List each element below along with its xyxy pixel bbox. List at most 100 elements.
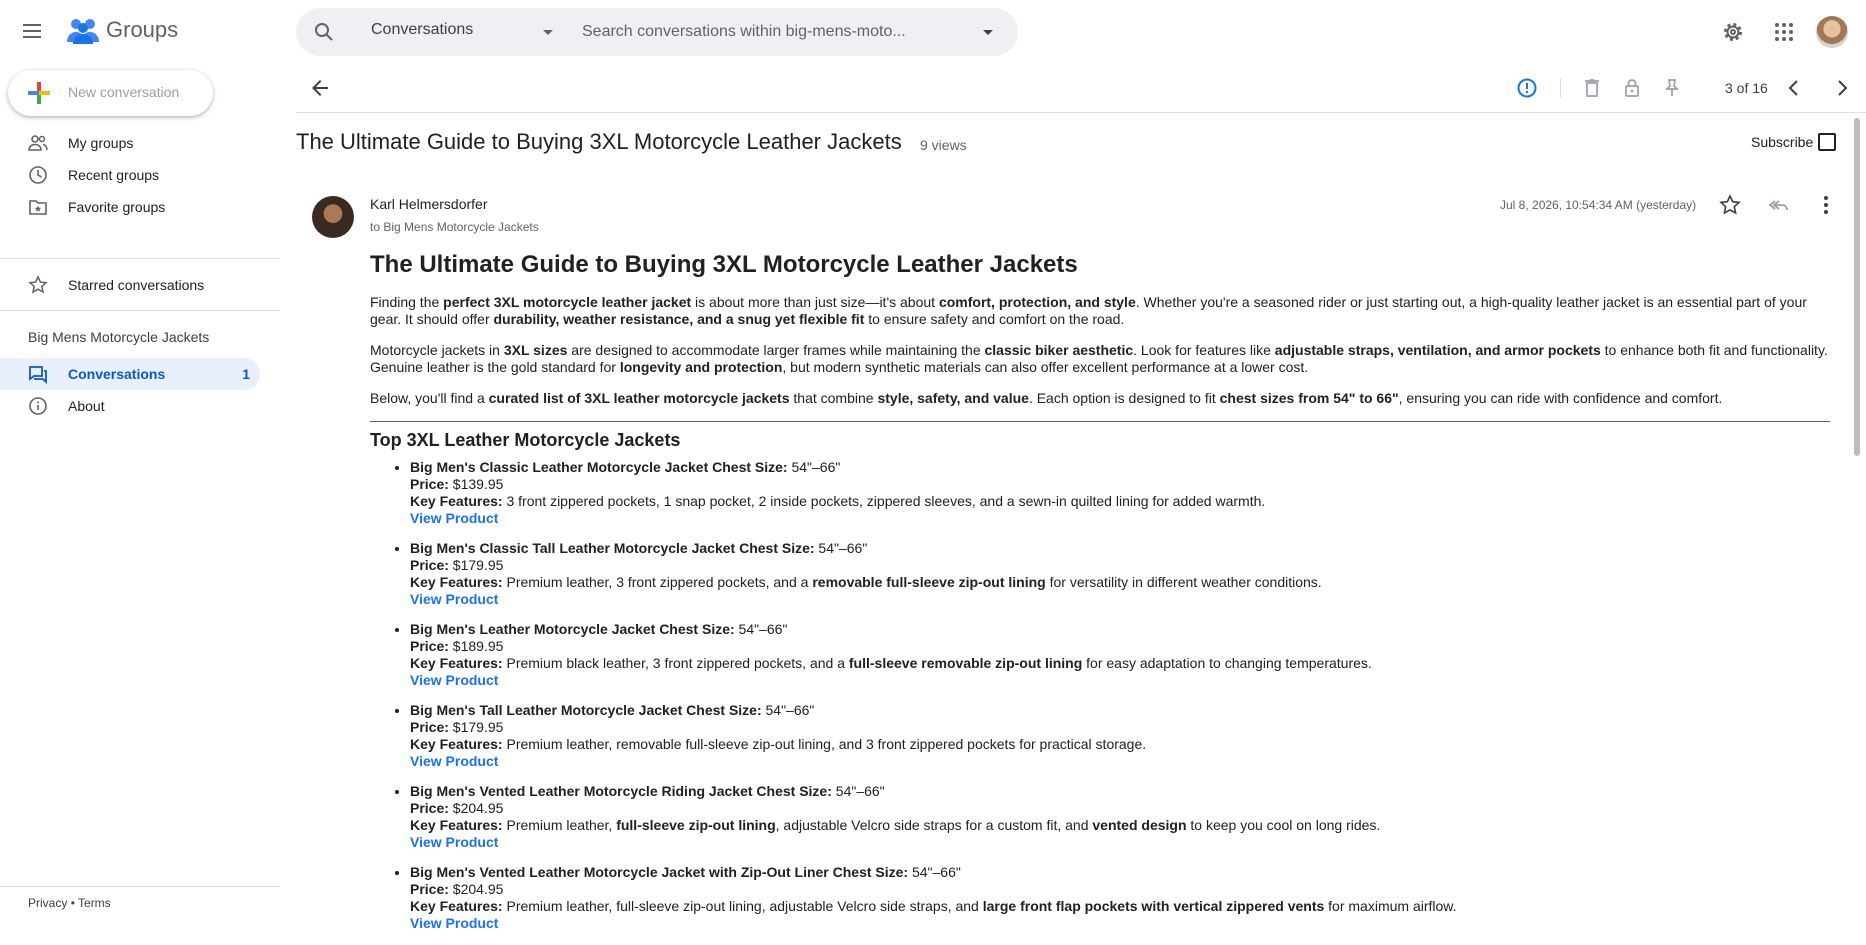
sidebar-item-my-groups[interactable]: My groups (0, 127, 260, 159)
features-label: Key Features: (410, 736, 503, 752)
bold-text: large front flap pockets with vertical z… (982, 898, 1325, 914)
main-menu-icon[interactable] (20, 20, 44, 44)
bold-text: durability, weather resistance, and a sn… (493, 311, 865, 327)
sidebar-item-conversations[interactable]: Conversations 1 (0, 358, 260, 390)
price-label: Price: (410, 476, 449, 492)
footer-separator: • (70, 896, 75, 910)
author-name[interactable]: Karl Helmersdorfer (370, 196, 487, 212)
sidebar-item-label: Recent groups (68, 167, 160, 183)
terms-link[interactable]: Terms (78, 896, 111, 910)
price-label: Price: (410, 638, 449, 654)
product-name: Big Men's Classic Tall Leather Motorcycl… (410, 540, 815, 556)
group-name[interactable]: Big Mens Motorcycle Jackets (28, 329, 209, 345)
bold-text: full-sleeve removable zip-out lining (848, 655, 1083, 671)
price-label: Price: (410, 881, 449, 897)
next-chevron-icon[interactable] (1830, 76, 1854, 100)
previous-chevron-icon[interactable] (1782, 76, 1806, 100)
features-label: Key Features: (410, 574, 503, 590)
intro-paragraph: Finding the perfect 3XL motorcycle leath… (370, 294, 1807, 327)
groups-logo[interactable]: Groups (66, 16, 178, 44)
view-product-link[interactable]: View Product (410, 834, 498, 850)
features-label: Key Features: (410, 898, 503, 914)
scrollbar-thumb[interactable] (1854, 118, 1860, 456)
bold-text: chest sizes from 54" to 66" (1219, 390, 1399, 406)
sidebar-footer-divider (0, 886, 280, 887)
new-conversation-button[interactable]: New conversation (8, 70, 213, 116)
pin-icon[interactable] (1660, 76, 1684, 100)
view-product-link[interactable]: View Product (410, 753, 498, 769)
features-label: Key Features: (410, 493, 503, 509)
sidebar-divider (0, 258, 280, 259)
author-avatar[interactable] (312, 196, 354, 238)
scope-dropdown-icon[interactable] (540, 24, 556, 40)
sidebar-item-about[interactable]: About (0, 390, 260, 422)
reply-all-icon[interactable] (1766, 193, 1790, 217)
back-arrow-icon[interactable] (308, 76, 332, 100)
subscribe-checkbox[interactable] (1818, 133, 1836, 151)
sizes-paragraph: Motorcycle jackets in 3XL sizes are desi… (370, 342, 1828, 375)
bold-text: longevity and protection (619, 359, 783, 375)
people-icon (28, 135, 48, 151)
folder-star-icon (29, 200, 47, 215)
privacy-link[interactable]: Privacy (28, 896, 67, 910)
info-alert-icon[interactable] (1515, 76, 1539, 100)
view-product-link[interactable]: View Product (410, 510, 498, 526)
product-list: Big Men's Classic Leather Motorcycle Jac… (410, 459, 1830, 932)
sidebar-item-label: About (68, 398, 105, 414)
apps-grid-icon[interactable] (1772, 20, 1796, 44)
bold-text: curated list of 3XL leather motorcycle j… (488, 390, 790, 406)
sidebar-item-favorite-groups[interactable]: Favorite groups (0, 191, 260, 223)
bold-text: removable full-sleeve zip-out lining (812, 574, 1046, 590)
top-app-bar: Groups Conversations (0, 0, 1866, 64)
search-scope-select[interactable]: Conversations (371, 21, 473, 39)
search-input[interactable] (582, 20, 942, 44)
price-label: Price: (410, 719, 449, 735)
star-icon (28, 275, 48, 294)
conversations-icon (29, 366, 47, 384)
plus-icon (28, 82, 50, 104)
search-bar: Conversations (296, 8, 1018, 56)
post-body: The Ultimate Guide to Buying 3XL Motorcy… (370, 246, 1830, 945)
view-product-link[interactable]: View Product (410, 915, 498, 931)
bold-text: full-sleeve zip-out lining (616, 817, 776, 833)
bold-text: 3XL sizes (503, 342, 568, 358)
search-options-icon[interactable] (980, 24, 996, 40)
conversation-title: The Ultimate Guide to Buying 3XL Motorcy… (296, 129, 902, 154)
product-name: Big Men's Tall Leather Motorcycle Jacket… (410, 702, 762, 718)
footer-links: Privacy • Terms (28, 896, 111, 910)
product-item: Big Men's Tall Leather Motorcycle Jacket… (410, 702, 1830, 770)
sidebar-item-starred-conversations[interactable]: Starred conversations (0, 269, 260, 301)
product-item: Big Men's Classic Leather Motorcycle Jac… (410, 459, 1830, 527)
product-item: Big Men's Vented Leather Motorcycle Ridi… (410, 783, 1830, 851)
subscribe-label: Subscribe (1751, 134, 1814, 150)
lock-icon[interactable] (1620, 76, 1644, 100)
sidebar-item-label: Starred conversations (68, 277, 205, 293)
account-avatar[interactable] (1816, 16, 1848, 48)
product-item: Big Men's Classic Tall Leather Motorcycl… (410, 540, 1830, 608)
recipient-line: to Big Mens Motorcycle Jackets (370, 220, 539, 234)
sidebar-item-label: Conversations (68, 366, 166, 382)
sidebar-item-label: Favorite groups (68, 199, 166, 215)
post-heading: The Ultimate Guide to Buying 3XL Motorcy… (370, 251, 1078, 278)
sidebar-divider (0, 310, 280, 311)
price-label: Price: (410, 800, 449, 816)
list-intro-paragraph: Below, you'll find a curated list of 3XL… (370, 390, 1723, 406)
sidebar-item-recent-groups[interactable]: Recent groups (0, 159, 260, 191)
features-label: Key Features: (410, 817, 503, 833)
more-vert-icon[interactable] (1814, 193, 1838, 217)
bold-text: adjustable straps, ventilation, and armo… (1274, 342, 1601, 358)
clock-icon (29, 166, 47, 184)
delete-icon[interactable] (1580, 76, 1604, 100)
bold-text: style, safety, and value (877, 390, 1029, 406)
star-icon[interactable] (1718, 193, 1742, 217)
view-product-link[interactable]: View Product (410, 591, 498, 607)
toolbar-divider (296, 112, 1866, 113)
sidebar-item-label: My groups (68, 135, 134, 151)
search-icon[interactable] (312, 20, 336, 44)
view-product-link[interactable]: View Product (410, 672, 498, 688)
product-name: Big Men's Classic Leather Motorcycle Jac… (410, 459, 788, 475)
toolbar-separator (1560, 78, 1561, 98)
settings-gear-icon[interactable] (1721, 20, 1745, 44)
info-icon (29, 397, 47, 415)
post-date: Jul 8, 2026, 10:54:34 AM (yesterday) (1500, 198, 1697, 212)
